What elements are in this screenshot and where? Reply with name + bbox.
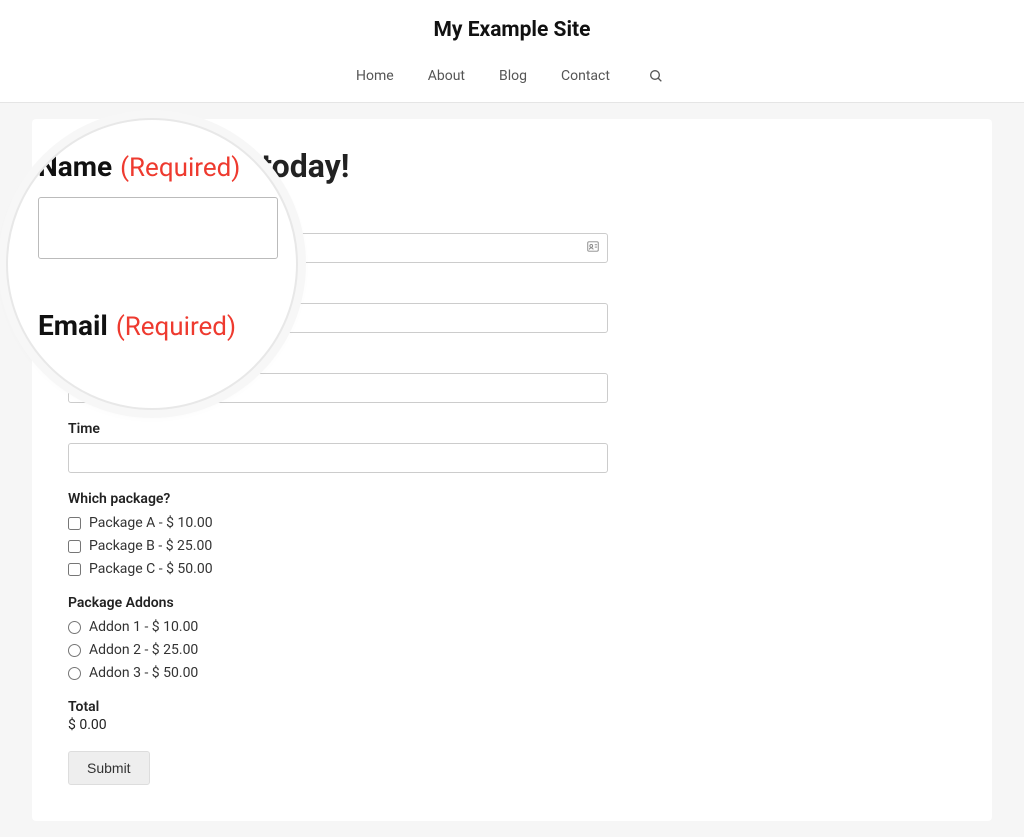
total-value: $ 0.00 [68, 717, 608, 733]
package-option-a[interactable]: Package A - $ 10.00 [68, 515, 608, 531]
package-option-b[interactable]: Package B - $ 25.00 [68, 538, 608, 554]
addon-option-3[interactable]: Addon 3 - $ 50.00 [68, 665, 608, 681]
addon-3-label: Addon 3 - $ 50.00 [89, 665, 198, 681]
mag-name-required: (Required) [120, 153, 240, 183]
total-block: Total $ 0.00 [68, 699, 608, 733]
total-label: Total [68, 699, 608, 715]
addon-option-1[interactable]: Addon 1 - $ 10.00 [68, 619, 608, 635]
field-package: Which package? Package A - $ 10.00 Packa… [68, 491, 608, 577]
package-c-checkbox[interactable] [68, 563, 81, 576]
package-b-checkbox[interactable] [68, 540, 81, 553]
package-a-checkbox[interactable] [68, 517, 81, 530]
mag-name-label: Name [38, 150, 112, 183]
time-label: Time [68, 421, 608, 437]
nav-home[interactable]: Home [356, 68, 394, 84]
package-a-label: Package A - $ 10.00 [89, 515, 213, 531]
search-button[interactable] [644, 64, 668, 88]
package-c-label: Package C - $ 50.00 [89, 561, 213, 577]
time-input[interactable] [68, 443, 608, 473]
search-icon [648, 68, 664, 84]
mag-name-input [38, 197, 278, 259]
addon-1-label: Addon 1 - $ 10.00 [89, 619, 198, 635]
field-time: Time [68, 421, 608, 473]
submit-button[interactable]: Submit [68, 751, 150, 785]
magnifier-overlay: Name (Required) Email (Required) [6, 118, 298, 410]
site-title[interactable]: My Example Site [0, 18, 1024, 42]
primary-nav: Home About Blog Contact [0, 64, 1024, 102]
package-group-label: Which package? [68, 491, 608, 507]
package-option-c[interactable]: Package C - $ 50.00 [68, 561, 608, 577]
nav-about[interactable]: About [428, 68, 465, 84]
addon-1-radio[interactable] [68, 621, 81, 634]
addon-2-radio[interactable] [68, 644, 81, 657]
mag-email-required: (Required) [116, 312, 236, 342]
package-b-label: Package B - $ 25.00 [89, 538, 212, 554]
addon-option-2[interactable]: Addon 2 - $ 25.00 [68, 642, 608, 658]
site-header: My Example Site Home About Blog Contact [0, 0, 1024, 103]
addon-2-label: Addon 2 - $ 25.00 [89, 642, 198, 658]
nav-contact[interactable]: Contact [561, 68, 610, 84]
mag-email-label: Email [38, 309, 108, 342]
addons-group-label: Package Addons [68, 595, 608, 611]
autofill-contact-icon[interactable] [586, 239, 600, 258]
field-addons: Package Addons Addon 1 - $ 10.00 Addon 2… [68, 595, 608, 681]
nav-blog[interactable]: Blog [499, 68, 527, 84]
addon-3-radio[interactable] [68, 667, 81, 680]
